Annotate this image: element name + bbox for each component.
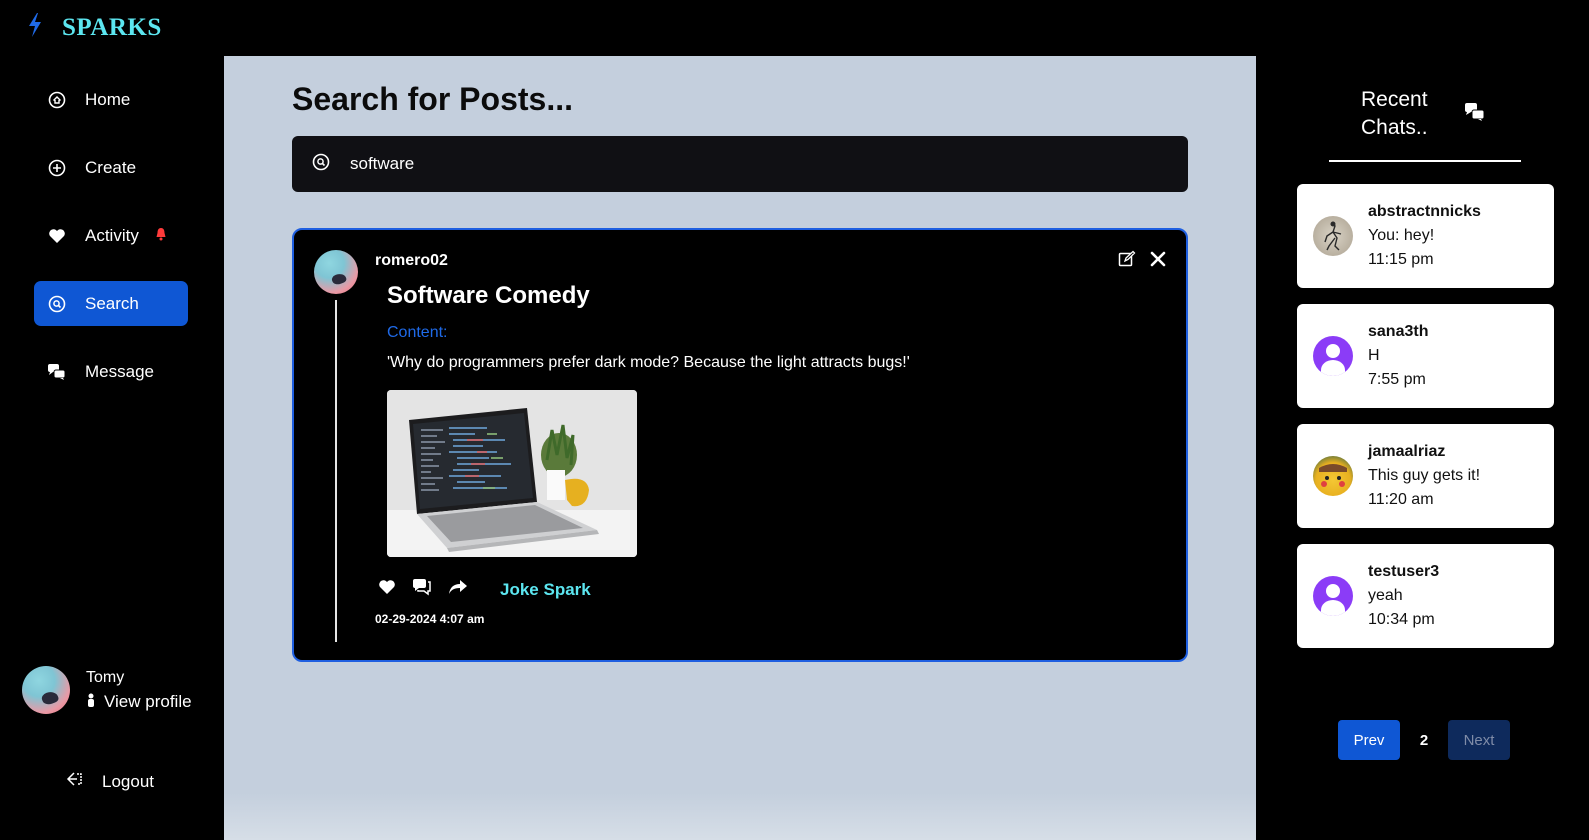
chat-message: You: hey!	[1368, 227, 1435, 244]
chat-icon	[47, 362, 67, 382]
sidebar-item-label: Search	[85, 293, 139, 313]
right-sidebar: Recent Chats.. abstractnnicks You: hey! …	[1256, 56, 1589, 840]
person-icon	[86, 692, 96, 712]
avatar	[1313, 576, 1353, 616]
bell-icon	[155, 226, 167, 246]
post-actions	[1118, 250, 1166, 273]
avatar	[1313, 216, 1353, 256]
search-icon	[312, 153, 330, 176]
chat-time: 7:55 pm	[1368, 371, 1426, 388]
chat-time: 10:34 pm	[1368, 611, 1435, 628]
home-icon	[47, 90, 67, 110]
search-icon	[47, 294, 67, 314]
sidebar-item-search[interactable]: Search	[34, 281, 188, 326]
chat-item[interactable]: jamaalriaz This guy gets it! 11:20 am	[1297, 424, 1554, 528]
search-value[interactable]: software	[350, 154, 414, 174]
logout-icon	[66, 771, 84, 792]
chat-item[interactable]: abstractnnicks You: hey! 11:15 pm	[1297, 184, 1554, 288]
chat-icon	[1464, 102, 1486, 127]
avatar[interactable]	[22, 666, 70, 714]
chat-username: jamaalriaz	[1368, 443, 1446, 460]
sidebar-item-label: Activity	[85, 225, 139, 245]
sidebar-item-label: Message	[85, 361, 154, 381]
chat-time: 11:20 am	[1368, 491, 1434, 508]
profile-section: Tomy View profile	[22, 666, 192, 714]
recent-title-line1: Recent	[1361, 88, 1428, 111]
chat-message: This guy gets it!	[1368, 467, 1481, 484]
comment-icon[interactable]	[412, 578, 432, 601]
chat-message: H	[1368, 347, 1380, 364]
lightning-icon	[26, 12, 44, 43]
page-title: Search for Posts...	[292, 81, 573, 117]
search-input[interactable]: software	[292, 136, 1188, 192]
sidebar-item-activity[interactable]: Activity	[34, 213, 188, 258]
brand[interactable]: SPARKS	[26, 12, 162, 43]
like-icon[interactable]	[378, 579, 396, 600]
chat-item[interactable]: sana3th H 7:55 pm	[1297, 304, 1554, 408]
post-tag[interactable]: Joke Spark	[500, 580, 591, 600]
tag-prefix: Joke	[500, 579, 539, 599]
sidebar-item-label: Create	[85, 157, 137, 177]
profile-name: Tomy	[86, 668, 125, 686]
recent-title-line2: Chats..	[1361, 116, 1428, 139]
avatar	[1313, 336, 1353, 376]
plus-circle-icon	[47, 158, 67, 178]
sidebar-item-message[interactable]: Message	[34, 349, 188, 394]
chat-username: testuser3	[1368, 563, 1440, 580]
main-content: Search for Posts... software romero02 So…	[224, 56, 1256, 840]
heart-icon	[47, 226, 67, 246]
post-date: 02-29-2024 4:07 am	[375, 612, 485, 626]
post-footer: Joke Spark	[378, 578, 591, 601]
chat-username: sana3th	[1368, 323, 1429, 340]
post-image-laptop[interactable]	[387, 390, 637, 557]
left-sidebar: Home Create Activity Search Message Tomy	[0, 56, 224, 840]
chat-time: 11:15 pm	[1368, 251, 1434, 268]
avatar	[1313, 456, 1353, 496]
close-icon[interactable]	[1150, 251, 1166, 272]
pagination: Prev 2 Next	[1338, 720, 1510, 760]
prev-button[interactable]: Prev	[1338, 720, 1400, 760]
current-page: 2	[1419, 731, 1429, 749]
post-author[interactable]: romero02	[375, 252, 448, 270]
divider	[1329, 160, 1521, 162]
top-bar: SPARKS	[0, 0, 1589, 56]
content-label: Content:	[387, 324, 448, 341]
next-button[interactable]: Next	[1448, 720, 1510, 760]
edit-icon[interactable]	[1118, 250, 1136, 273]
logout-button[interactable]: Logout	[66, 771, 154, 792]
recent-chats-title: Recent Chats..	[1361, 86, 1461, 142]
sidebar-item-create[interactable]: Create	[34, 145, 188, 190]
post-title: Software Comedy	[387, 282, 590, 309]
share-icon[interactable]	[448, 579, 468, 600]
view-profile-label: View profile	[104, 691, 192, 711]
post-content: 'Why do programmers prefer dark mode? Be…	[387, 354, 910, 371]
post-author-avatar[interactable]	[314, 250, 358, 294]
chat-username: abstractnnicks	[1368, 203, 1481, 220]
brand-name: SPARKS	[62, 13, 162, 41]
tag-suffix: Spark	[543, 579, 591, 599]
sidebar-item-label: Home	[85, 89, 131, 109]
logout-label: Logout	[102, 771, 154, 791]
chat-message: yeah	[1368, 587, 1403, 604]
view-profile-link[interactable]: View profile	[86, 692, 192, 712]
thread-line	[335, 300, 337, 642]
post-card[interactable]: romero02 Software Comedy Content: 'Why d…	[292, 228, 1188, 662]
sidebar-item-home[interactable]: Home	[34, 77, 188, 122]
chat-item[interactable]: testuser3 yeah 10:34 pm	[1297, 544, 1554, 648]
